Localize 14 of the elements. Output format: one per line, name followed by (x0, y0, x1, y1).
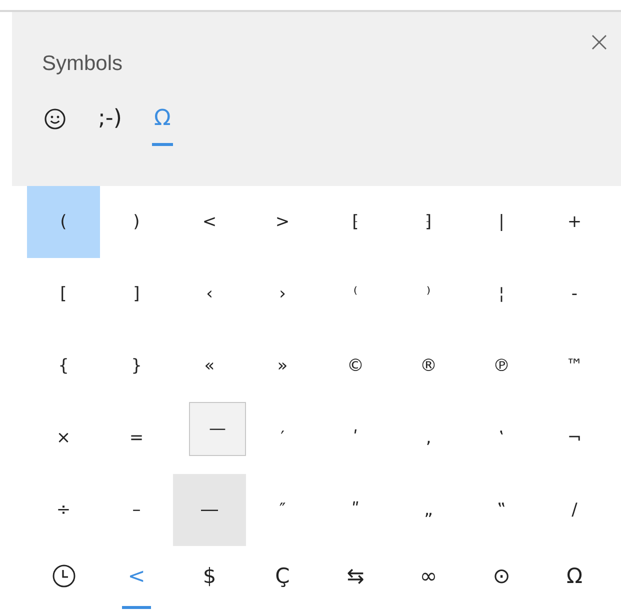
symbol-key[interactable]: — (189, 402, 246, 456)
symbol-key[interactable]: ― (173, 474, 246, 546)
symbol-category-tab[interactable]: Ç (268, 546, 297, 609)
symbol-category-tab[interactable]: ⊙ (487, 546, 516, 609)
symbol-category-tab[interactable]: $ (195, 546, 224, 609)
symbol-category-tab[interactable]: ⇆ (341, 546, 370, 609)
clock-icon (52, 564, 76, 588)
symbol-key[interactable]: ( (27, 186, 100, 258)
category-tab[interactable]: ;-) (96, 100, 124, 146)
panel-title: Symbols (42, 52, 123, 76)
symbol-category-tab[interactable]: Ω (560, 546, 589, 609)
symbol-category-tab[interactable]: ∞ (414, 546, 443, 609)
smiley-icon (44, 108, 66, 130)
close-button[interactable]: × (584, 28, 615, 56)
